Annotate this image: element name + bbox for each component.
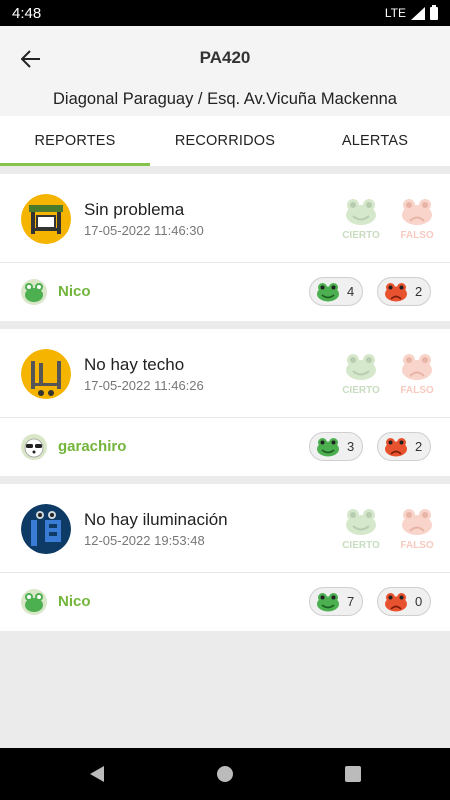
report-title: No hay iluminación <box>84 510 228 529</box>
vote-true-label: CIERTO <box>342 540 380 551</box>
happy-frog-icon <box>346 354 376 380</box>
vote-true-button[interactable]: CIERTO <box>340 198 382 241</box>
report-card[interactable]: No hay techo 17-05-2022 11:46:26 CIERTO <box>0 329 450 476</box>
vote-false-label: FALSO <box>400 385 434 396</box>
sad-frog-icon <box>402 509 432 535</box>
report-date: 17-05-2022 11:46:30 <box>84 223 204 238</box>
frog-user-icon <box>21 279 47 305</box>
page-title: PA420 <box>199 48 251 67</box>
user-name[interactable]: garachiro <box>58 438 126 455</box>
report-date: 17-05-2022 11:46:26 <box>84 378 204 393</box>
vote-false-button[interactable]: FALSO <box>396 508 438 551</box>
report-title: No hay techo <box>84 355 185 374</box>
true-count: 7 <box>347 594 355 609</box>
no-light-icon <box>21 504 71 554</box>
happy-frog-icon <box>346 199 376 225</box>
vote-true-label: CIERTO <box>342 385 380 396</box>
true-count: 4 <box>347 284 355 299</box>
true-count-badge[interactable]: 7 <box>309 587 363 616</box>
user-name[interactable]: Nico <box>58 283 91 300</box>
happy-frog-icon <box>317 282 339 301</box>
user-name[interactable]: Nico <box>58 593 91 610</box>
tab-reportes[interactable]: REPORTES <box>0 116 150 166</box>
sad-frog-icon <box>385 592 407 611</box>
circle-home-icon <box>217 766 233 782</box>
false-count: 2 <box>415 284 423 299</box>
page-subtitle: Diagonal Paraguay / Esq. Av.Vicuña Macke… <box>53 90 397 108</box>
triangle-back-icon <box>90 766 104 782</box>
nav-recents-button[interactable] <box>333 754 373 794</box>
happy-frog-icon <box>317 437 339 456</box>
vote-false-label: FALSO <box>400 230 434 241</box>
happy-frog-icon <box>346 509 376 535</box>
vote-false-button[interactable]: FALSO <box>396 353 438 396</box>
true-count-badge[interactable]: 3 <box>309 432 363 461</box>
sad-frog-icon <box>385 282 407 301</box>
panda-user-icon <box>21 434 47 460</box>
sad-frog-icon <box>402 199 432 225</box>
sad-frog-icon <box>402 354 432 380</box>
app-bar: PA420 Diagonal Paraguay / Esq. Av.Vicuña… <box>0 26 450 116</box>
status-bar: 4:48 LTE <box>0 0 450 26</box>
vote-false-label: FALSO <box>400 540 434 551</box>
report-title: Sin problema <box>84 200 185 219</box>
false-count: 0 <box>415 594 423 609</box>
nav-back-button[interactable] <box>77 754 117 794</box>
happy-frog-icon <box>317 592 339 611</box>
status-time: 4:48 <box>12 4 42 22</box>
network-label: LTE <box>384 6 406 20</box>
true-count-badge[interactable]: 4 <box>309 277 363 306</box>
report-card[interactable]: Sin problema 17-05-2022 11:46:30 CIERTO <box>0 174 450 321</box>
no-roof-icon <box>21 349 71 399</box>
vote-true-button[interactable]: CIERTO <box>340 508 382 551</box>
bus-stop-ok-icon <box>21 194 71 244</box>
report-list: Sin problema 17-05-2022 11:46:30 CIERTO <box>0 174 450 639</box>
sad-frog-icon <box>385 437 407 456</box>
vote-false-button[interactable]: FALSO <box>396 198 438 241</box>
false-count-badge[interactable]: 0 <box>377 587 431 616</box>
frog-user-icon <box>21 589 47 615</box>
report-card[interactable]: No hay iluminación 12-05-2022 19:53:48 C… <box>0 484 450 631</box>
square-recents-icon <box>345 766 361 782</box>
false-count-badge[interactable]: 2 <box>377 277 431 306</box>
vote-true-label: CIERTO <box>342 230 380 241</box>
tab-recorridos[interactable]: RECORRIDOS <box>150 116 300 166</box>
system-nav-bar <box>0 748 450 800</box>
tab-alertas[interactable]: ALERTAS <box>300 116 450 166</box>
signal-icon <box>411 6 425 20</box>
true-count: 3 <box>347 439 355 454</box>
nav-home-button[interactable] <box>205 754 245 794</box>
battery-icon <box>430 4 438 20</box>
false-count: 2 <box>415 439 423 454</box>
false-count-badge[interactable]: 2 <box>377 432 431 461</box>
report-date: 12-05-2022 19:53:48 <box>84 533 205 548</box>
vote-true-button[interactable]: CIERTO <box>340 353 382 396</box>
tab-bar: REPORTES RECORRIDOS ALERTAS <box>0 116 450 166</box>
